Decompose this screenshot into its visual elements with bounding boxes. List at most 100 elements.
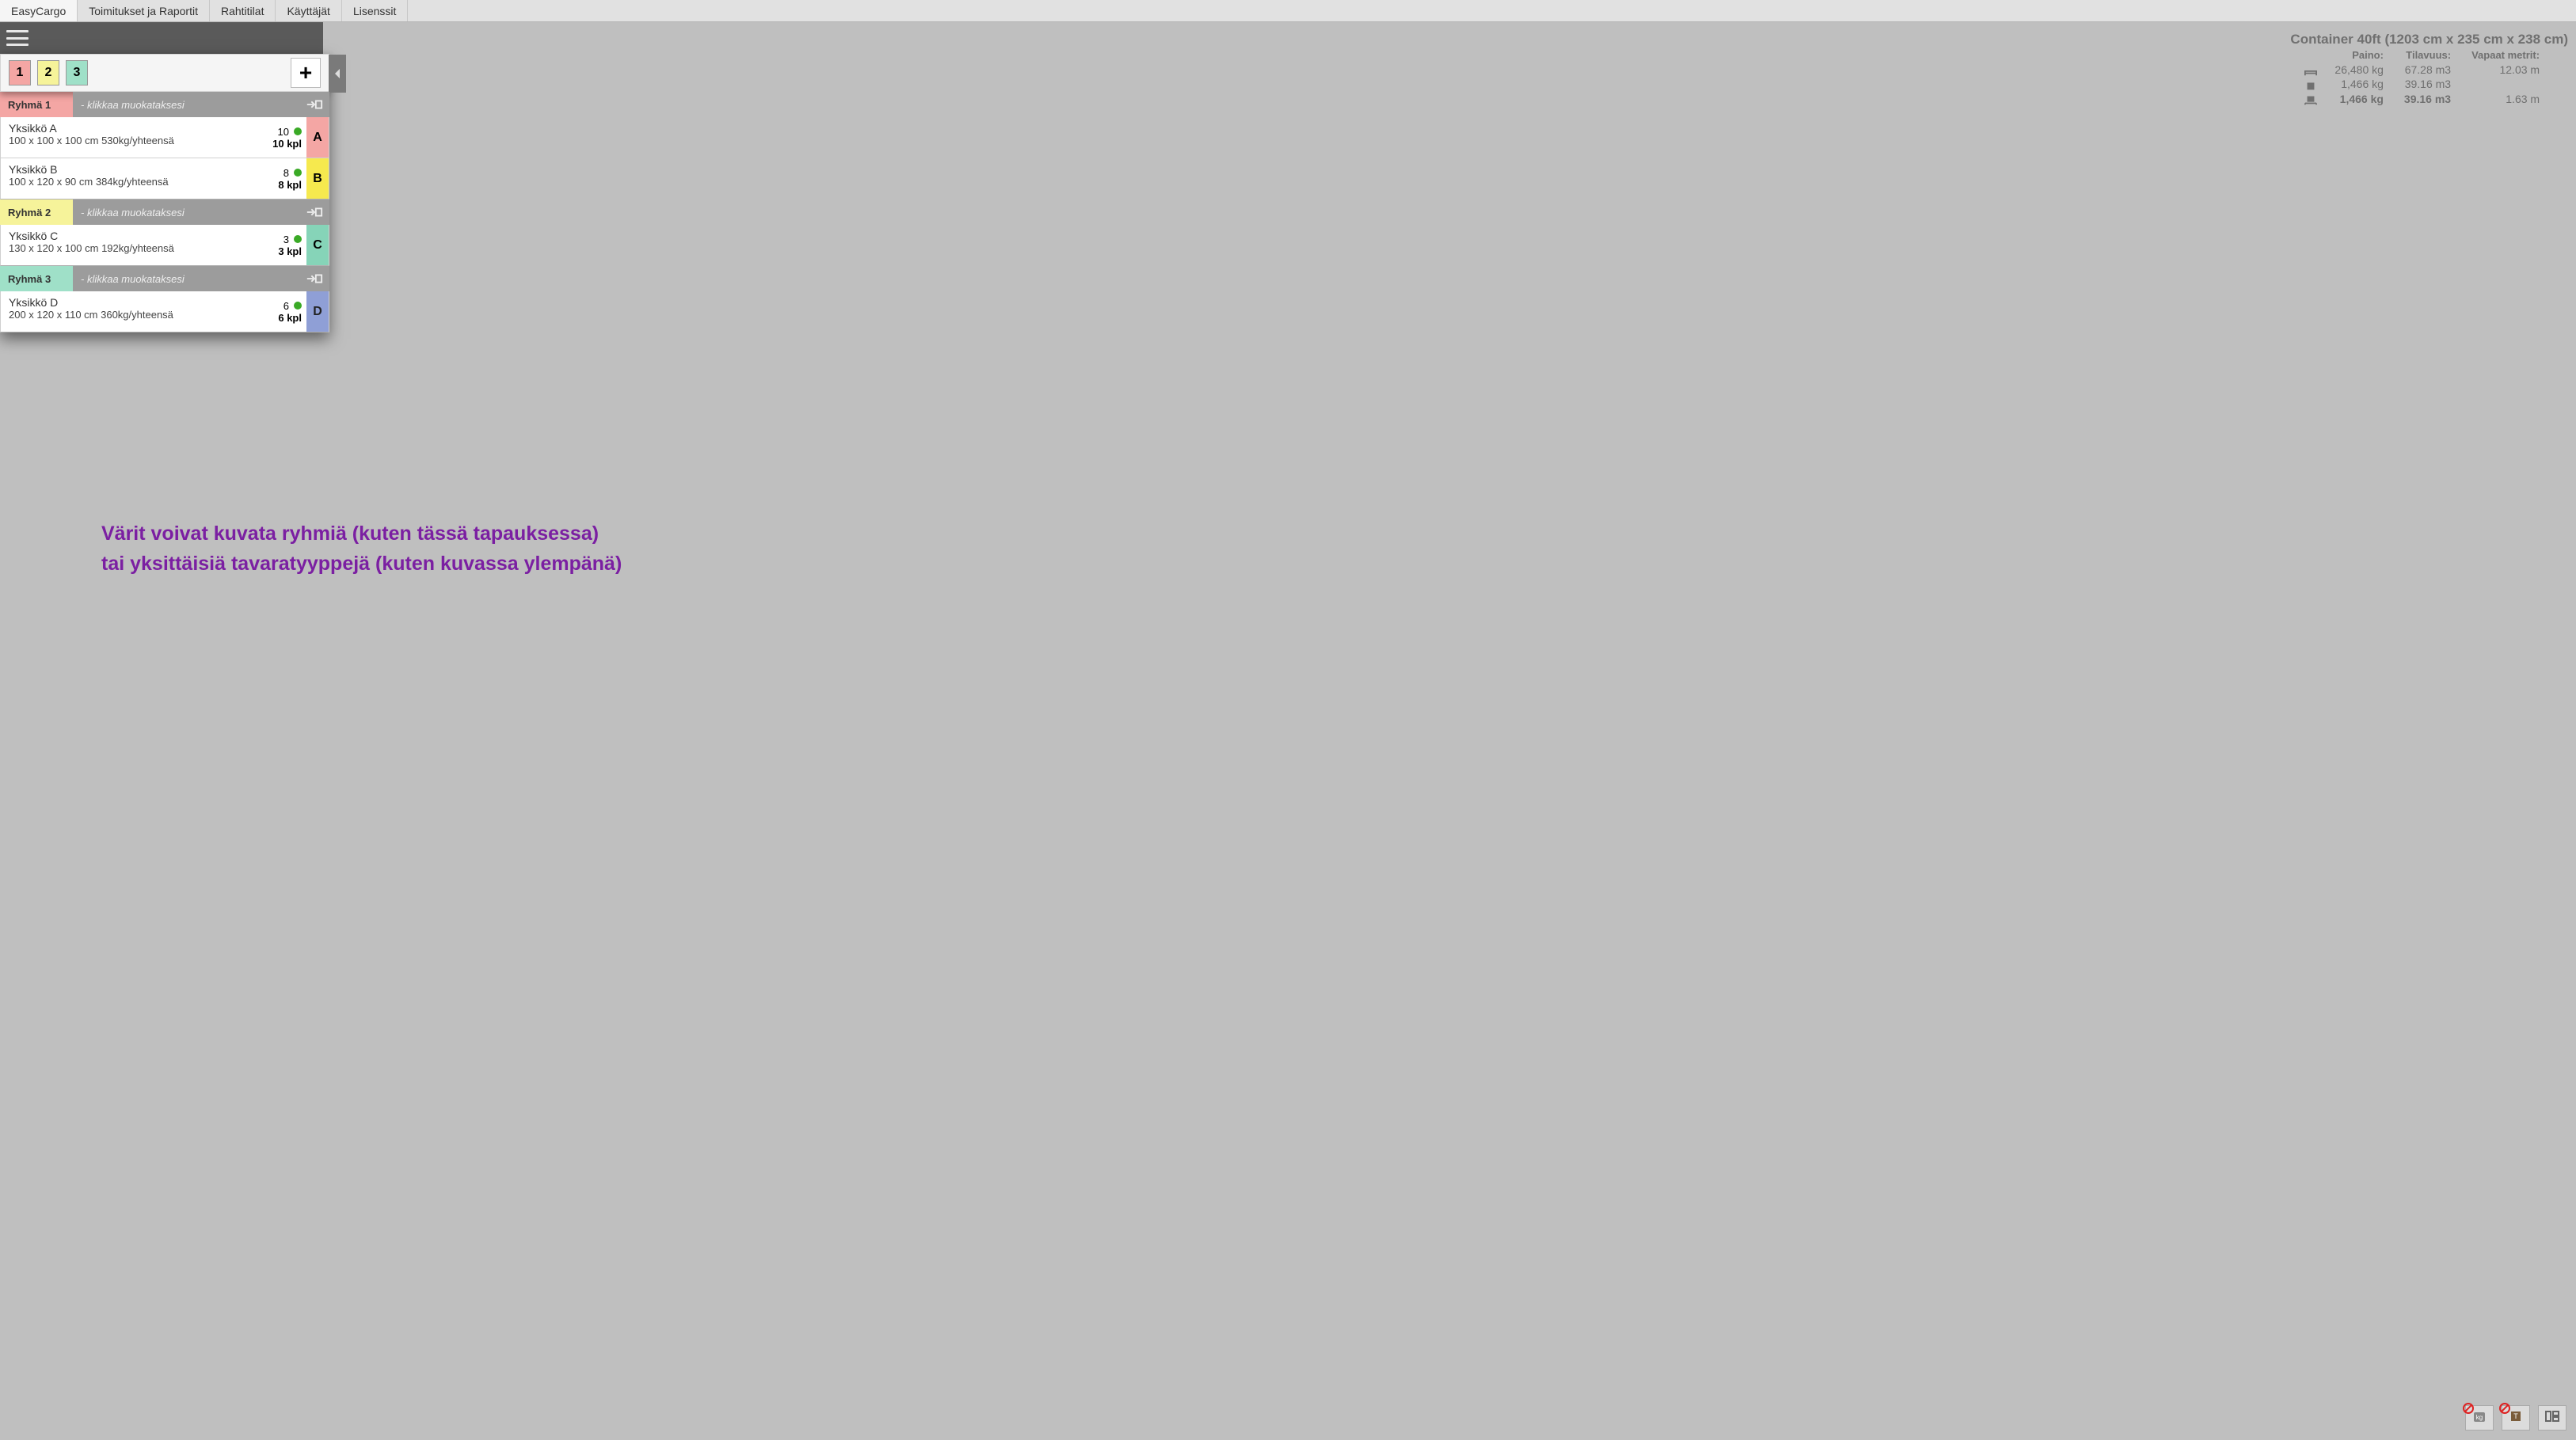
stats-weight: 26,480 kg (2320, 63, 2390, 77)
cargo-item-counts: 66 kpl (261, 291, 306, 332)
loaded-icon (2290, 92, 2320, 106)
add-group-button[interactable]: + (291, 58, 321, 88)
count-planned: 8 (283, 167, 289, 179)
box-3d[interactable]: D (664, 283, 745, 370)
stats-free: 1.63 m (2457, 92, 2546, 106)
chevron-left-icon (333, 68, 341, 79)
group-chip-1[interactable]: 1 (9, 60, 31, 85)
stats-row: 1,466 kg39.16 m3 (2290, 77, 2546, 91)
svg-text:T: T (2513, 1412, 2518, 1420)
cargo-item-row[interactable]: Yksikkö C130 x 120 x 100 cm 192kg/yhteen… (0, 225, 329, 266)
stats-free: 12.03 m (2457, 63, 2546, 77)
box-3d[interactable]: B (581, 228, 647, 275)
status-dot-icon (294, 235, 302, 243)
cargo-item-row[interactable]: Yksikkö A100 x 100 x 100 cm 530kg/yhteen… (0, 117, 329, 158)
sidebar: 1 2 3 + Ryhmä 1- klikkaa muokataksesiYks… (0, 54, 329, 332)
weight-toggle[interactable]: kg (2465, 1405, 2494, 1431)
top-nav: EasyCargo Toimitukset ja Raportit Rahtit… (0, 0, 2576, 22)
cargo-letter-badge: B (306, 158, 329, 199)
layout-icon (2544, 1409, 2560, 1427)
cargo-item-counts: 88 kpl (261, 158, 306, 199)
group-header-1[interactable]: Ryhmä 1- klikkaa muokataksesi (0, 92, 329, 117)
stats-table: Paino: Tilavuus: Vapaat metrit: 26,480 k… (2290, 49, 2546, 106)
box-3d[interactable]: A (531, 285, 596, 332)
count-unit: kpl (287, 245, 302, 257)
box-3d[interactable]: D (719, 347, 801, 434)
group-hint[interactable]: - klikkaa muokataksesi (73, 92, 329, 117)
box-3d[interactable]: D (719, 275, 801, 363)
box-3d[interactable]: B (436, 250, 501, 298)
cargo-item-dims: 130 x 120 x 100 cm 192kg/yhteensä (9, 242, 253, 254)
count-unit: kpl (287, 179, 302, 191)
nav-shipments-reports[interactable]: Toimitukset ja Raportit (78, 0, 210, 21)
toolbar-dark (0, 22, 323, 54)
cargo-letter-badge: D (306, 291, 329, 332)
stats-weight: 1,466 kg (2320, 92, 2390, 106)
count-planned: 3 (283, 234, 289, 245)
nav-easycargo[interactable]: EasyCargo (0, 0, 78, 21)
box-3d[interactable]: A (486, 244, 552, 291)
group-chips-row: 1 2 3 + (0, 54, 329, 92)
box-3d[interactable]: A (490, 196, 556, 244)
cargo-item-row[interactable]: Yksikkö D200 x 120 x 110 cm 360kg/yhteen… (0, 291, 329, 332)
drop-to-group-icon (306, 272, 323, 286)
box-3d[interactable]: B (542, 190, 607, 237)
cargo-item-name: Yksikkö B (9, 163, 253, 176)
cargo-item-dims: 100 x 120 x 90 cm 384kg/yhteensä (9, 176, 253, 188)
box-3d[interactable]: A (580, 277, 645, 325)
stats-volume: 39.16 m3 (2390, 77, 2457, 91)
box-3d[interactable]: A (480, 293, 546, 340)
group-label: Ryhmä 3 (0, 266, 73, 291)
stats-header-weight: Paino: (2320, 49, 2390, 63)
viewport-3d[interactable]: BABBAABBAAACCDDDDDDD (0, 22, 2576, 1440)
container-floor (412, 147, 1055, 310)
group-hint[interactable]: - klikkaa muokataksesi (73, 266, 329, 291)
stats-volume: 67.28 m3 (2390, 63, 2457, 77)
box-3d[interactable]: C (598, 331, 668, 383)
status-dot-icon (294, 127, 302, 135)
kg-icon: kg (2471, 1409, 2487, 1427)
box-3d[interactable]: C (547, 339, 617, 391)
group-hint[interactable]: - klikkaa muokataksesi (73, 199, 329, 225)
box-3d[interactable]: B (431, 299, 497, 347)
t-icon: T (2508, 1409, 2524, 1427)
nav-licenses[interactable]: Lisenssit (342, 0, 408, 21)
box-3d[interactable]: A (535, 236, 601, 283)
solid-icon (2290, 77, 2320, 91)
annotation-line-1: Värit voivat kuvata ryhmiä (kuten tässä … (101, 519, 622, 549)
cargo-item-info: Yksikkö C130 x 120 x 100 cm 192kg/yhteen… (1, 225, 261, 265)
stats-header-free: Vapaat metrit: (2457, 49, 2546, 63)
layout-toggle[interactable] (2538, 1405, 2566, 1431)
container-icon (2290, 63, 2320, 77)
nav-users[interactable]: Käyttäjät (276, 0, 341, 21)
box-3d[interactable]: D (839, 328, 921, 415)
disabled-icon (2499, 1403, 2510, 1414)
cargo-item-name: Yksikkö A (9, 122, 253, 135)
disabled-icon (2463, 1403, 2474, 1414)
cargo-item-name: Yksikkö C (9, 230, 253, 242)
group-chip-2[interactable]: 2 (37, 60, 59, 85)
nav-cargo-spaces[interactable]: Rahtitilat (210, 0, 276, 21)
collapse-sidebar-button[interactable] (329, 55, 346, 93)
box-3d[interactable]: D (656, 355, 737, 442)
status-dot-icon (294, 169, 302, 177)
cargo-item-dims: 100 x 100 x 100 cm 530kg/yhteensä (9, 135, 253, 146)
box-3d[interactable]: D (782, 337, 864, 424)
group-header-3[interactable]: Ryhmä 3- klikkaa muokataksesi (0, 266, 329, 291)
stats-row: 26,480 kg67.28 m312.03 m (2290, 63, 2546, 77)
group-chip-3[interactable]: 3 (66, 60, 88, 85)
count-loaded: 10 (272, 138, 283, 150)
cargo-item-info: Yksikkö A100 x 100 x 100 cm 530kg/yhteen… (1, 117, 261, 158)
container-wall (357, 117, 982, 212)
annotation-text: Värit voivat kuvata ryhmiä (kuten tässä … (101, 519, 622, 579)
count-loaded: 6 (278, 312, 283, 324)
cargo-item-info: Yksikkö B100 x 120 x 90 cm 384kg/yhteens… (1, 158, 261, 199)
group-header-2[interactable]: Ryhmä 2- klikkaa muokataksesi (0, 199, 329, 225)
menu-icon[interactable] (5, 28, 30, 48)
box-3d[interactable]: D (774, 268, 856, 355)
box-3d[interactable]: B (439, 204, 504, 252)
cargo-letter-badge: A (306, 117, 329, 158)
svg-text:kg: kg (2476, 1414, 2483, 1421)
text-toggle[interactable]: T (2502, 1405, 2530, 1431)
cargo-item-row[interactable]: Yksikkö B100 x 120 x 90 cm 384kg/yhteens… (0, 158, 329, 199)
